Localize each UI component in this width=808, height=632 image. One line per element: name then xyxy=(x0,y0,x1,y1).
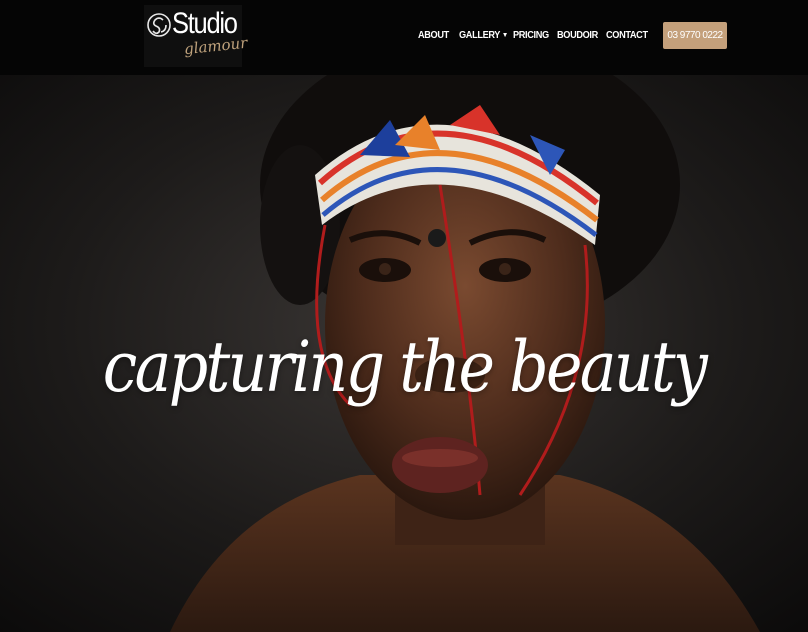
chevron-down-icon: ▼ xyxy=(501,32,508,39)
logo-studio-text: Studio xyxy=(172,7,238,40)
logo-glamour-text: glamour xyxy=(183,33,249,59)
nav-contact[interactable]: CONTACT xyxy=(606,30,648,41)
nav-pricing[interactable]: PRICING xyxy=(513,30,549,41)
nav-boudoir[interactable]: BOUDOIR xyxy=(557,30,598,41)
studio-glamour-logo[interactable]: Studio glamour xyxy=(144,5,248,67)
hero-tagline: capturing the beauty xyxy=(102,326,708,408)
sg-monogram-icon xyxy=(147,13,171,37)
nav-gallery[interactable]: GALLERY ▼ xyxy=(459,30,508,41)
nav-pricing-label: PRICING xyxy=(513,30,549,41)
nav-contact-label: CONTACT xyxy=(606,30,648,41)
nav-gallery-label: GALLERY xyxy=(459,30,501,41)
site-header: Studio glamour ABOUT GALLERY ▼ PRICING BO… xyxy=(0,0,808,75)
phone-button[interactable]: 03 9770 0222 xyxy=(663,22,727,49)
nav-about[interactable]: ABOUT xyxy=(418,30,449,41)
nav-about-label: ABOUT xyxy=(418,30,449,41)
nav-boudoir-label: BOUDOIR xyxy=(557,30,598,41)
hero-section: capturing the beauty xyxy=(0,75,808,632)
